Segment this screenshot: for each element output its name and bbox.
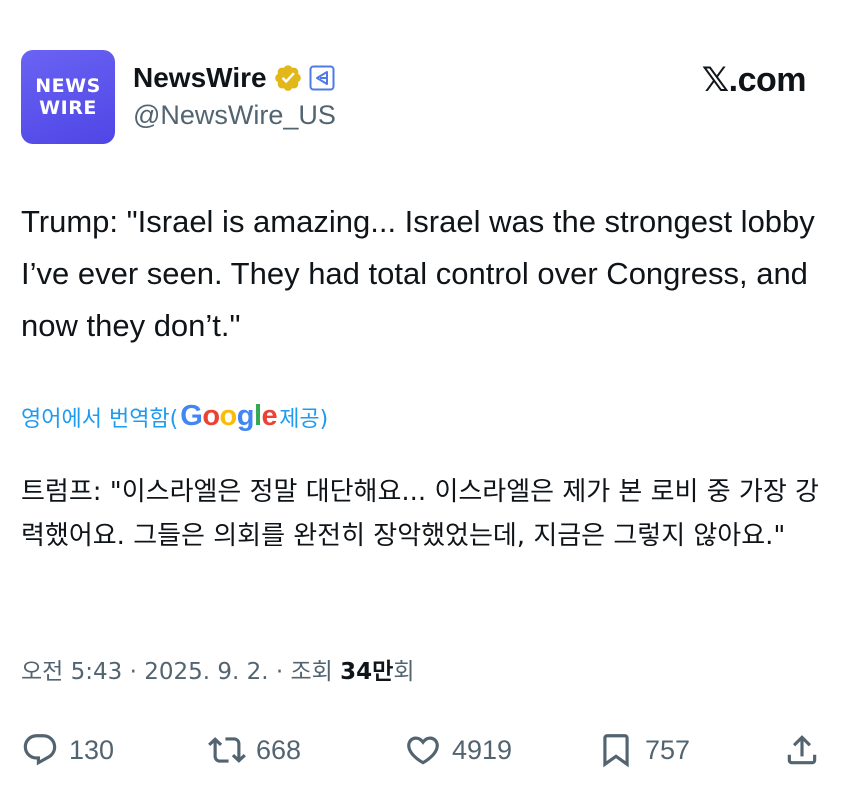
translated-text: 트럼프: "이스라엘은 정말 대단해요... 이스라엘은 제가 본 로비 중 가… xyxy=(21,477,819,551)
display-name[interactable]: NewsWire xyxy=(133,62,267,94)
meta-separator: · xyxy=(122,659,145,685)
tweet-date[interactable]: 2025. 9. 2. xyxy=(144,659,268,685)
meta-separator: · xyxy=(268,659,291,685)
views-label: 조회 xyxy=(290,659,333,685)
share-icon xyxy=(787,735,817,765)
reply-icon xyxy=(23,734,57,766)
bookmark-count: 757 xyxy=(645,734,691,765)
views-count[interactable]: 34만 xyxy=(340,659,393,685)
avatar-line-2: WIRE xyxy=(39,97,97,119)
translated-by-prefix: 영어에서 번역함( xyxy=(21,406,179,432)
repost-icon xyxy=(208,737,246,763)
account-handle[interactable]: @NewsWire_US xyxy=(133,100,336,131)
x-com-logo: 𝕏.com xyxy=(701,61,807,99)
bookmark-icon xyxy=(603,734,629,768)
bookmark-button[interactable]: 757 xyxy=(597,725,690,775)
google-logo: Google xyxy=(180,400,278,432)
heart-icon xyxy=(407,736,439,765)
affiliate-badge-icon[interactable] xyxy=(309,65,335,91)
display-name-row: NewsWire xyxy=(133,60,335,96)
tweet-time[interactable]: 오전 5:43 xyxy=(21,659,122,685)
verified-badge-icon xyxy=(273,63,303,93)
like-count: 4919 xyxy=(452,734,513,765)
tweet-meta: 오전 5:43 · 2025. 9. 2. · 조회 34만회 xyxy=(21,652,415,686)
repost-count: 668 xyxy=(256,734,302,765)
reply-count: 130 xyxy=(69,734,115,765)
translated-by-suffix: 제공) xyxy=(279,406,329,432)
avatar[interactable]: NEWS WIRE xyxy=(21,50,115,144)
views-suffix: 회 xyxy=(393,659,415,685)
tweet-actions: 130 668 4919 757 xyxy=(21,725,829,775)
avatar-line-1: NEWS xyxy=(35,75,101,97)
share-button[interactable] xyxy=(783,725,821,775)
reply-button[interactable]: 130 xyxy=(21,725,114,775)
repost-button[interactable]: 668 xyxy=(208,725,301,775)
translated-by-link[interactable]: 영어에서 번역함( Google 제공) xyxy=(21,400,328,433)
like-button[interactable]: 4919 xyxy=(404,725,512,775)
tweet-text: Trump: "Israel is amazing... Israel was … xyxy=(21,204,815,343)
